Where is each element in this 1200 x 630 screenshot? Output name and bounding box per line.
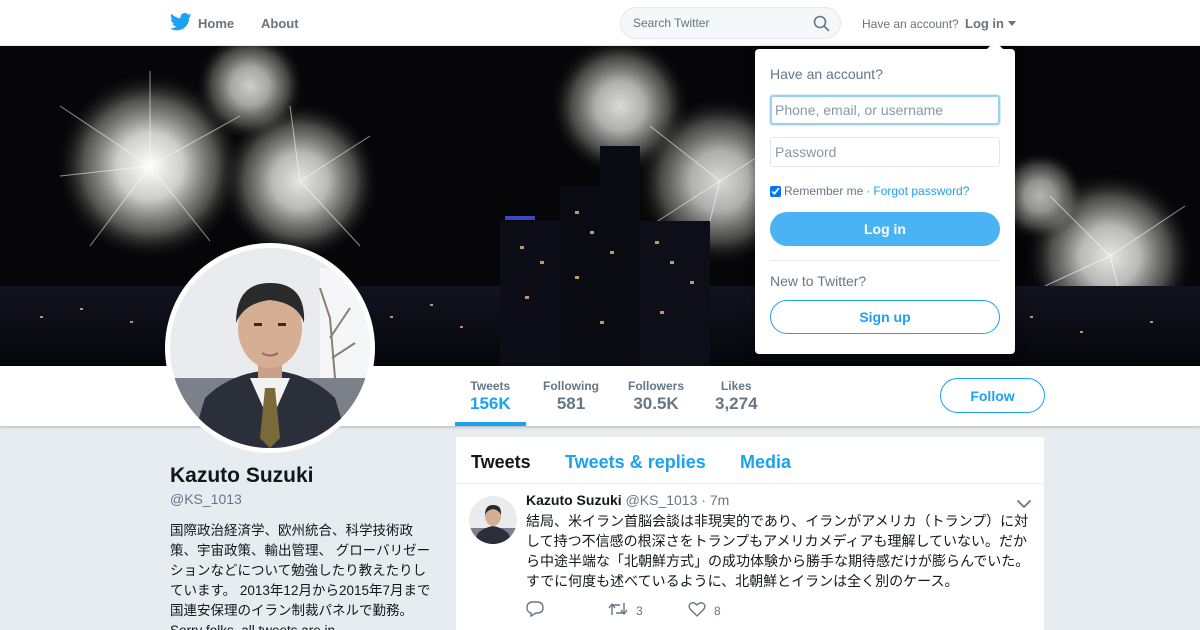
tweet-separator: ·	[701, 492, 706, 508]
caret-down-icon	[1008, 21, 1016, 26]
remember-me-checkbox[interactable]	[770, 185, 781, 197]
have-account-text: Have an account?	[862, 17, 959, 31]
username-field[interactable]	[770, 95, 1000, 125]
tweet-header: Kazuto Suzuki @KS_1013 · 7m	[526, 492, 729, 508]
reply-action[interactable]	[526, 601, 608, 620]
retweet-count: 3	[636, 603, 643, 618]
tweet-author-name[interactable]: Kazuto Suzuki	[526, 492, 622, 508]
stat-label: Likes	[720, 379, 752, 393]
login-dropdown: Have an account? Remember me · Forgot pa…	[755, 41, 1015, 354]
login-button[interactable]: Log in	[770, 212, 1000, 246]
search-box	[620, 7, 841, 39]
like-count: 8	[714, 603, 721, 618]
stat-label: Followers	[628, 379, 685, 393]
tweet[interactable]: Kazuto Suzuki @KS_1013 · 7m 結局、米イラン首脳会談は…	[456, 437, 1044, 630]
remember-me-label[interactable]: Remember me	[784, 184, 863, 198]
retweet-icon	[608, 601, 628, 620]
stat-following[interactable]: Following 581	[543, 379, 599, 414]
stat-value: 3,274	[715, 394, 758, 413]
dropdown-divider	[770, 260, 1000, 261]
login-toggle-label: Log in	[965, 16, 1004, 31]
stat-value: 30.5K	[633, 394, 679, 413]
stat-likes[interactable]: Likes 3,274	[715, 379, 758, 414]
tweet-avatar[interactable]	[469, 496, 517, 544]
retweet-action[interactable]: 3	[608, 601, 688, 620]
nav-home-label: Home	[198, 16, 235, 31]
remember-row: Remember me · Forgot password?	[770, 184, 969, 198]
password-field[interactable]	[770, 137, 1000, 167]
tweet-text: 結局、米イラン首脳会談は非現実的であり、イランがアメリカ（トランプ）に対して持つ…	[526, 513, 1030, 589]
login-dropdown-title: Have an account?	[770, 66, 883, 82]
nav-about-link[interactable]: About	[261, 16, 299, 31]
stat-value: 581	[556, 394, 586, 413]
heart-icon	[688, 601, 706, 620]
twitter-bird-icon	[170, 13, 192, 34]
tweet-author-handle[interactable]: @KS_1013	[626, 492, 698, 508]
top-nav: Home About Have an account? Log in	[0, 0, 1200, 46]
follow-button[interactable]: Follow	[940, 378, 1045, 413]
tweet-timestamp[interactable]: 7m	[710, 492, 729, 508]
profile-bio: 国際政治経済学、欧州統合、科学技術政策、宇宙政策、輸出管理、 グローバリゼーショ…	[170, 523, 431, 630]
search-input[interactable]	[633, 16, 803, 30]
profile-name[interactable]: Kazuto Suzuki	[170, 464, 314, 488]
stat-tweets[interactable]: Tweets 156K	[455, 379, 526, 426]
profile-avatar[interactable]	[165, 243, 375, 453]
nav-home-link[interactable]: Home	[170, 13, 234, 34]
forgot-password-link[interactable]: Forgot password?	[873, 184, 969, 198]
avatar-photo	[170, 248, 370, 448]
stat-label: Following	[543, 379, 599, 393]
like-action[interactable]: 8	[688, 601, 721, 620]
stat-value: 156K	[470, 394, 511, 413]
signup-button[interactable]: Sign up	[770, 300, 1000, 334]
search-icon[interactable]	[813, 15, 830, 37]
profile-handle[interactable]: @KS_1013	[170, 491, 242, 507]
login-dropdown-toggle[interactable]: Log in	[965, 16, 1016, 31]
stat-followers[interactable]: Followers 30.5K	[628, 379, 684, 414]
new-to-twitter-text: New to Twitter?	[770, 273, 867, 289]
tweet-actions: 3 8	[526, 601, 721, 620]
reply-icon	[526, 601, 544, 620]
remember-separator: ·	[866, 184, 871, 198]
stat-label: Tweets	[470, 379, 511, 393]
